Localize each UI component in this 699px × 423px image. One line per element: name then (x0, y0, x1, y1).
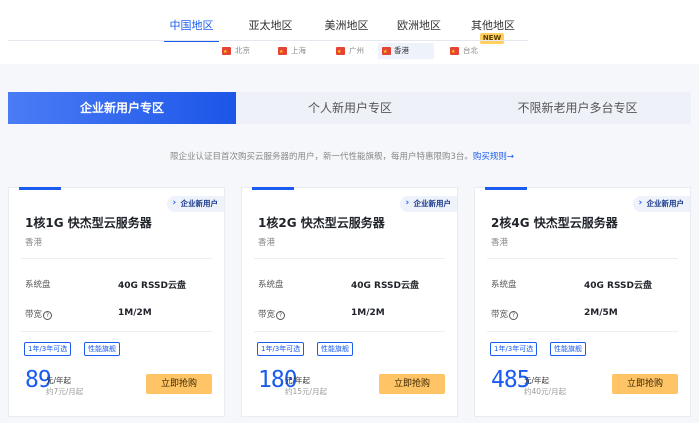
price-unit: 元/年起 (46, 376, 72, 385)
price-unit: 元/年起 (285, 376, 311, 385)
city-guangzhou[interactable]: 广州 (336, 43, 368, 60)
term-tag: 1年/3年可选 (490, 342, 538, 356)
region-tab-americas[interactable]: 美洲地区 (324, 12, 369, 40)
china-flag-icon (278, 44, 287, 60)
divider (487, 331, 678, 332)
city-label: 上海 (291, 46, 306, 55)
china-flag-icon (222, 44, 231, 60)
region-tab-asia-pacific[interactable]: 亚太地区 (248, 12, 293, 40)
disk-label: 系统盘 (25, 280, 51, 290)
city-label: 台北 (463, 46, 478, 55)
city-beijing[interactable]: 北京 (222, 43, 254, 60)
city-taipei[interactable]: 台北 (450, 43, 482, 60)
product-card: 企业新用户 2核4G 快杰型云服务器 香港 系统盘 40G RSSD云盘 带宽?… (474, 187, 691, 417)
question-circle-icon[interactable]: ? (43, 311, 53, 320)
card-title: 1核1G 快杰型云服务器 (25, 216, 152, 230)
bandwidth-label-row: 带宽? (491, 308, 519, 320)
enterprise-badge: 企业新用户 (632, 195, 690, 212)
region-divider (8, 40, 528, 41)
card-location: 香港 (25, 238, 43, 248)
card-location: 香港 (491, 238, 509, 248)
region-tab-china[interactable]: 中国地区 (164, 12, 219, 42)
term-tag: 1年/3年可选 (257, 342, 305, 356)
card-accent-bar (19, 187, 61, 190)
bandwidth-value: 1M/2M (118, 308, 152, 318)
disk-label: 系统盘 (491, 280, 517, 290)
enterprise-badge: 企业新用户 (399, 195, 457, 212)
card-accent-bar (252, 187, 294, 190)
divider (21, 258, 212, 259)
term-tag: 1年/3年可选 (24, 342, 72, 356)
card-location: 香港 (258, 238, 276, 248)
city-shanghai[interactable]: 上海 (278, 43, 310, 60)
card-title: 2核4G 快杰型云服务器 (491, 216, 618, 230)
tab-enterprise-new-user[interactable]: 企业新用户专区 (8, 92, 236, 124)
tab-unlimited-multi[interactable]: 不限新老用户多台专区 (464, 92, 691, 124)
notice-text: 限企业认证目首次购买云服务器的用户，新一代性能旗舰，每用户特惠限购3台。 (170, 152, 473, 162)
tab-personal-new-user[interactable]: 个人新用户专区 (236, 92, 464, 124)
top-region-bar: 中国地区 亚太地区 美洲地区 欧洲地区 其他地区 NEW 北京 上海 广州 香港… (0, 0, 699, 64)
product-card: 企业新用户 1核2G 快杰型云服务器 香港 系统盘 40G RSSD云盘 带宽?… (241, 187, 458, 417)
divider (254, 258, 445, 259)
purchase-rules-link[interactable]: 购买规则→ (473, 152, 514, 162)
bandwidth-value: 1M/2M (351, 308, 385, 318)
city-label: 香港 (394, 46, 409, 55)
divider (21, 331, 212, 332)
city-label: 北京 (235, 46, 250, 55)
city-hongkong[interactable]: 香港 (378, 43, 434, 60)
bandwidth-label-row: 带宽? (25, 308, 53, 320)
performance-tag: 性能旗舰 (84, 342, 120, 356)
question-circle-icon[interactable]: ? (509, 311, 519, 320)
region-tab-europe[interactable]: 欧洲地区 (394, 12, 444, 40)
purchase-notice: 限企业认证目首次购买云服务器的用户，新一代性能旗舰，每用户特惠限购3台。购买规则… (170, 150, 514, 164)
disk-value: 40G RSSD云盘 (584, 281, 653, 291)
bandwidth-value: 2M/5M (584, 308, 618, 318)
user-zone-tabs: 企业新用户专区 个人新用户专区 不限新老用户多台专区 (8, 92, 691, 124)
price-monthly: 约15元/月起 (285, 387, 328, 396)
buy-now-button[interactable]: 立即抢购 (146, 374, 212, 394)
china-flag-icon (450, 44, 459, 60)
bandwidth-label: 带宽 (491, 310, 509, 320)
card-accent-bar (485, 187, 527, 190)
product-card: 企业新用户 1核1G 快杰型云服务器 香港 系统盘 40G RSSD云盘 带宽?… (8, 187, 225, 417)
bandwidth-label-row: 带宽? (258, 308, 286, 320)
disk-value: 40G RSSD云盘 (351, 281, 420, 291)
price-unit: 元/年起 (524, 376, 550, 385)
divider (254, 331, 445, 332)
card-title: 1核2G 快杰型云服务器 (258, 216, 385, 230)
disk-label: 系统盘 (258, 280, 284, 290)
performance-tag: 性能旗舰 (550, 342, 586, 356)
china-flag-icon (336, 44, 345, 60)
bandwidth-label: 带宽 (25, 310, 43, 320)
price-monthly: 约7元/月起 (46, 387, 84, 396)
disk-value: 40G RSSD云盘 (118, 281, 187, 291)
region-tabs: 中国地区 亚太地区 美洲地区 欧洲地区 其他地区 (164, 12, 524, 42)
price-monthly: 约40元/月起 (524, 387, 567, 396)
enterprise-badge: 企业新用户 (166, 195, 224, 212)
city-label: 广州 (349, 46, 364, 55)
buy-now-button[interactable]: 立即抢购 (379, 374, 445, 394)
performance-tag: 性能旗舰 (317, 342, 353, 356)
question-circle-icon[interactable]: ? (276, 311, 286, 320)
divider (487, 258, 678, 259)
china-flag-icon (382, 44, 391, 60)
bandwidth-label: 带宽 (258, 310, 276, 320)
buy-now-button[interactable]: 立即抢购 (612, 374, 678, 394)
city-list: 北京 上海 广州 香港 台北 (210, 43, 500, 60)
